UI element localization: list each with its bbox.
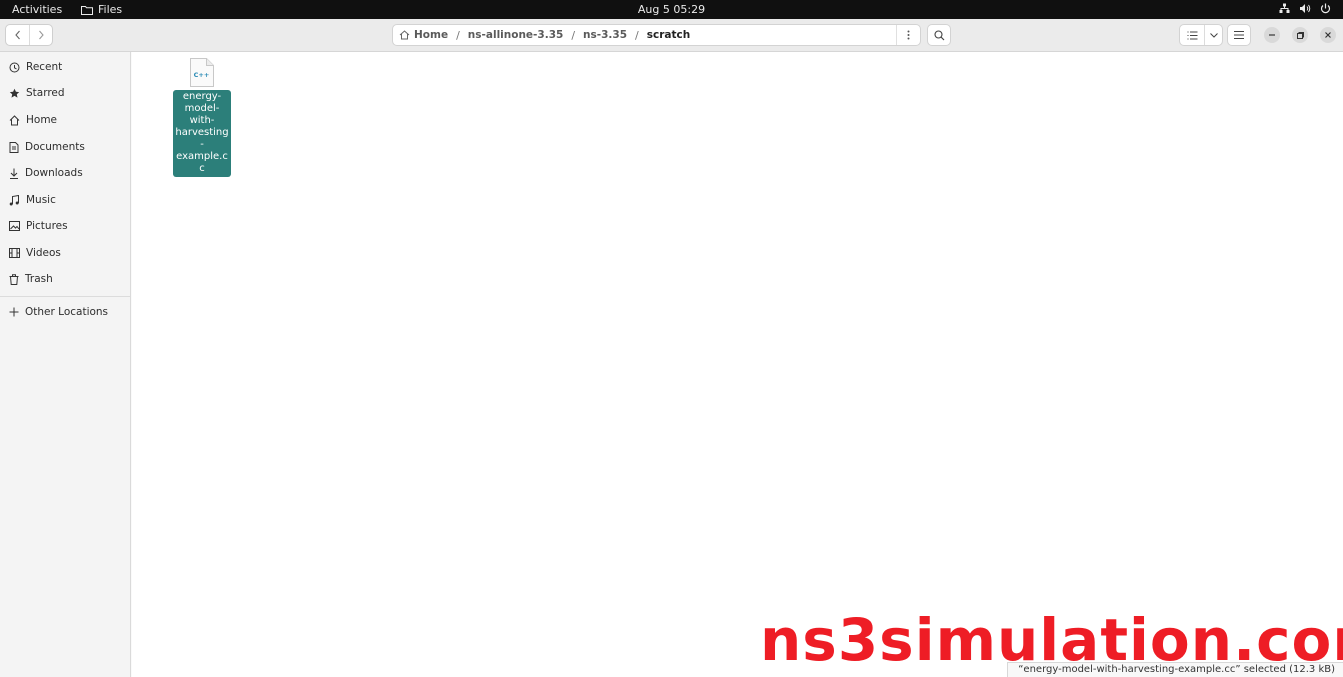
sidebar-item-documents[interactable]: Documents (0, 135, 130, 159)
top-bar: Activities Files Aug 5 05:29 (0, 0, 1343, 19)
minimize-button[interactable] (1264, 27, 1280, 43)
sidebar-item-label: Pictures (26, 220, 68, 232)
volume-icon[interactable] (1299, 3, 1311, 14)
sidebar-item-label: Other Locations (25, 306, 109, 318)
app-menu[interactable]: Files (81, 3, 122, 16)
list-view-button[interactable] (1180, 25, 1204, 45)
breadcrumb: Home / ns-allinone-3.35 / ns-3.35 / scra… (393, 25, 896, 45)
file-item[interactable]: C++ energy-model-with-harvesting-example… (172, 57, 232, 177)
file-icon-text: C++ (194, 71, 210, 79)
picture-icon (9, 221, 20, 231)
video-icon (9, 248, 20, 258)
trash-icon (9, 273, 19, 285)
sidebar-item-pictures[interactable]: Pictures (0, 214, 130, 238)
clock[interactable]: Aug 5 05:29 (638, 3, 705, 16)
search-button[interactable] (927, 24, 951, 46)
cpp-file-icon: C++ (190, 58, 214, 87)
breadcrumb-ns-3[interactable]: ns-3.35 (583, 29, 627, 41)
sidebar-item-label: Downloads (25, 167, 83, 179)
sidebar-item-home[interactable]: Home (0, 108, 130, 132)
view-dropdown-button[interactable] (1204, 25, 1222, 45)
file-view[interactable]: C++ energy-model-with-harvesting-example… (132, 52, 1343, 677)
close-icon (1325, 32, 1331, 38)
star-icon (9, 88, 20, 98)
home-icon (9, 114, 20, 125)
restore-icon (1296, 31, 1304, 39)
path-menu-button[interactable] (896, 25, 920, 45)
breadcrumb-ns-allinone[interactable]: ns-allinone-3.35 (468, 29, 564, 41)
folder-icon (81, 5, 93, 15)
list-view-icon (1187, 31, 1197, 39)
chevron-right-icon (39, 30, 44, 40)
chevron-down-icon (1209, 32, 1218, 38)
download-icon (10, 168, 18, 179)
sidebar-item-label: Videos (26, 247, 61, 259)
hamburger-menu-icon (1234, 31, 1244, 39)
breadcrumb-label: Home (414, 29, 449, 41)
breadcrumb-scratch[interactable]: scratch (647, 29, 690, 41)
sidebar-item-label: Trash (25, 273, 53, 285)
system-tray[interactable] (1279, 3, 1331, 14)
document-icon (9, 141, 19, 153)
header-bar: Home / ns-allinone-3.35 / ns-3.35 / scra… (0, 19, 1343, 52)
maximize-button[interactable] (1292, 27, 1308, 43)
breadcrumb-separator: / (456, 28, 460, 42)
main-menu-button[interactable] (1227, 24, 1251, 46)
sidebar-item-label: Music (26, 194, 56, 206)
minimize-icon (1269, 34, 1275, 36)
sidebar-item-label: Documents (25, 141, 85, 153)
clock-container: Aug 5 05:29 (0, 3, 1343, 16)
kebab-menu-icon (907, 30, 910, 40)
forward-button[interactable] (29, 25, 52, 45)
sidebar-item-videos[interactable]: Videos (0, 241, 130, 265)
clock-icon (9, 62, 20, 72)
app-name: Files (98, 3, 123, 16)
sidebar-item-other-locations[interactable]: Other Locations (0, 300, 130, 324)
breadcrumb-separator: / (635, 28, 639, 42)
chevron-left-icon (14, 30, 20, 40)
sidebar-item-label: Home (26, 114, 58, 126)
plus-icon (9, 307, 19, 317)
sidebar-item-starred[interactable]: Starred (0, 81, 130, 105)
navigation-buttons (5, 24, 53, 46)
sidebar: Recent Starred Home Documents Downloads … (0, 52, 131, 677)
music-icon (9, 194, 19, 205)
view-options (1179, 24, 1223, 46)
sidebar-item-music[interactable]: Music (0, 188, 130, 212)
network-icon[interactable] (1279, 3, 1290, 14)
file-name: energy-model-with-harvesting-example.cc (173, 90, 231, 177)
breadcrumb-home[interactable]: Home (399, 29, 448, 41)
back-button[interactable] (6, 25, 29, 45)
sidebar-divider (0, 296, 130, 297)
sidebar-item-downloads[interactable]: Downloads (0, 161, 130, 185)
sidebar-item-recent[interactable]: Recent (0, 55, 130, 79)
sidebar-item-label: Recent (26, 61, 63, 73)
breadcrumb-separator: / (571, 28, 576, 42)
close-button[interactable] (1320, 27, 1336, 43)
search-icon (933, 29, 944, 40)
path-bar: Home / ns-allinone-3.35 / ns-3.35 / scra… (392, 24, 921, 46)
power-icon[interactable] (1320, 3, 1331, 14)
status-bar: “energy-model-with-harvesting-example.cc… (1007, 662, 1343, 677)
sidebar-item-trash[interactable]: Trash (0, 267, 130, 291)
activities-button[interactable]: Activities (12, 3, 62, 16)
sidebar-item-label: Starred (26, 87, 65, 99)
home-icon (399, 30, 410, 40)
